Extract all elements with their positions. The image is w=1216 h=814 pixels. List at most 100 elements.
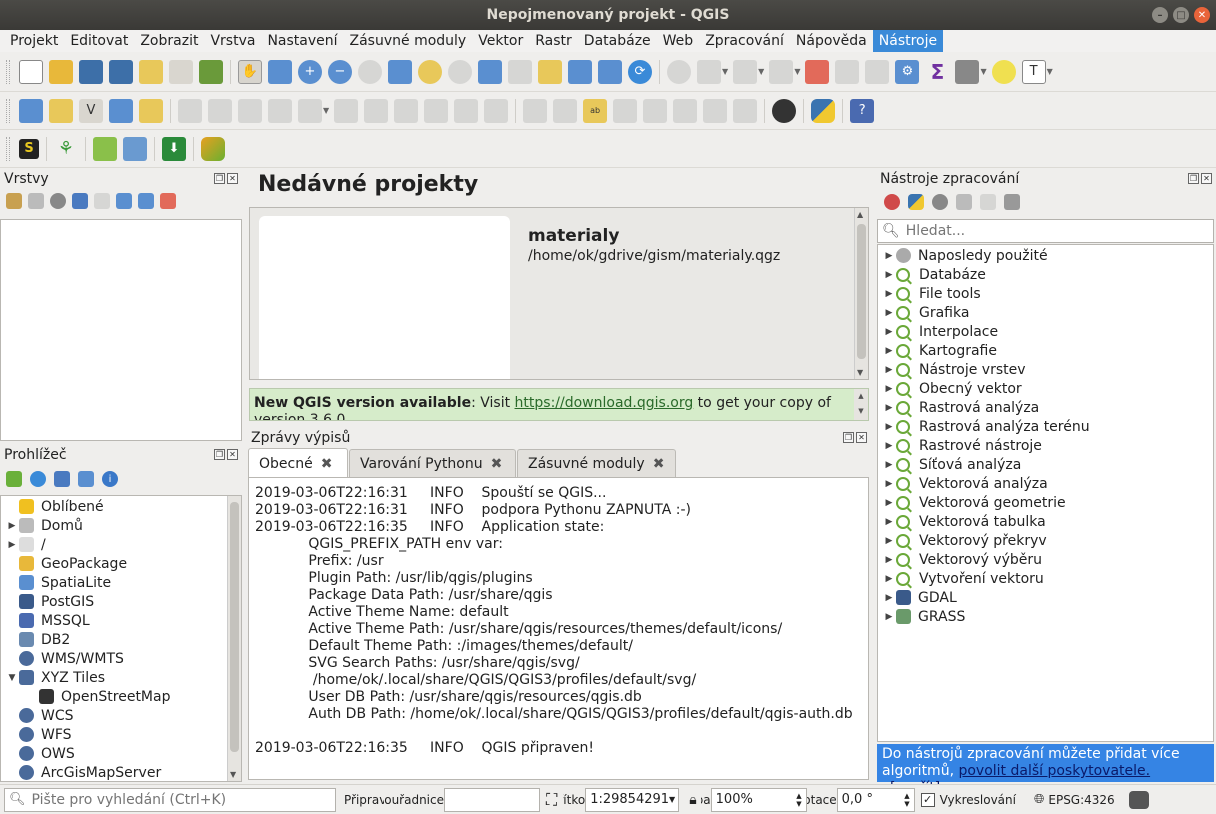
messages-icon[interactable] <box>1128 790 1149 809</box>
menu-zasuvne-moduly[interactable]: Zásuvné moduly <box>344 30 473 52</box>
plugin-globe-icon[interactable] <box>772 98 797 123</box>
run-feature-action-icon[interactable] <box>697 59 721 84</box>
close-panel-button[interactable]: ✕ <box>227 173 238 184</box>
add-group-icon[interactable] <box>28 193 44 209</box>
edit-features-in-place-icon[interactable] <box>980 194 996 210</box>
show-hide-labels-icon[interactable] <box>643 98 668 123</box>
toolbar-grip[interactable] <box>6 59 10 84</box>
expand-arrow-icon[interactable]: ▶ <box>882 365 896 375</box>
menu-vektor[interactable]: Vektor <box>472 30 529 52</box>
lock-scale-icon[interactable]: 🔒︎ <box>689 792 696 808</box>
add-selected-layers-icon[interactable] <box>6 471 22 487</box>
close-tab-icon[interactable]: ✖ <box>491 456 503 472</box>
new-print-layout-icon[interactable] <box>139 59 163 84</box>
options-wrench-icon[interactable] <box>1004 194 1020 210</box>
browser-item[interactable]: WFS <box>5 725 225 744</box>
new-bookmark-icon[interactable] <box>568 59 592 84</box>
save-as-icon[interactable] <box>109 59 133 84</box>
history-clock-icon[interactable] <box>932 194 948 210</box>
processing-provider-item[interactable]: ▶ Rastrová analýza <box>882 398 1090 417</box>
style-manager-icon[interactable] <box>199 59 223 84</box>
filter-icon[interactable] <box>72 193 88 209</box>
spin-arrows-icon[interactable]: ▲ ▼ <box>904 792 909 808</box>
processing-provider-item[interactable]: ▶ Nástroje vrstev <box>882 360 1090 379</box>
browser-item[interactable]: WCS <box>5 706 225 725</box>
statistics-sigma-icon[interactable]: Σ <box>925 60 949 84</box>
browser-item[interactable]: MSSQL <box>5 611 225 630</box>
plugin-s-icon[interactable]: S <box>19 138 39 159</box>
deselect-all-icon[interactable] <box>805 59 830 84</box>
processing-provider-item[interactable]: ▶ Síťová analýza <box>882 455 1090 474</box>
menu-zobrazit[interactable]: Zobrazit <box>134 30 204 52</box>
browser-item[interactable]: ▶ Domů <box>5 516 225 535</box>
new-spatialite-layer-icon[interactable] <box>109 98 133 123</box>
download-link[interactable]: https://download.qgis.org <box>515 395 694 411</box>
expand-arrow-icon[interactable]: ▶ <box>882 289 896 299</box>
browser-item[interactable]: WMS/WMTS <box>5 649 225 668</box>
rotate-label-icon[interactable] <box>703 98 728 123</box>
float-panel-button[interactable]: ❐ <box>214 449 225 460</box>
cut-features-icon[interactable] <box>364 98 389 123</box>
processing-provider-item[interactable]: ▶ Obecný vektor <box>882 379 1090 398</box>
scrollbar-thumb[interactable] <box>857 224 866 359</box>
move-label-icon[interactable] <box>673 98 698 123</box>
spin-arrows-icon[interactable]: ▲ ▼ <box>796 792 801 808</box>
scrollbar-thumb[interactable] <box>230 502 239 752</box>
browser-item[interactable]: ▶ / <box>5 535 225 554</box>
download-icon[interactable]: ⬇ <box>162 136 186 161</box>
scripts-icon[interactable] <box>908 194 924 210</box>
expand-arrow-icon[interactable]: ▶ <box>5 521 19 531</box>
processing-provider-item[interactable]: ▶ GDAL <box>882 588 1090 607</box>
expand-arrow-icon[interactable]: ▶ <box>882 327 896 337</box>
new-shapefile-layer-icon[interactable]: V <box>79 98 103 123</box>
expand-all-icon[interactable] <box>116 193 132 209</box>
project-name[interactable]: materialy <box>528 226 619 246</box>
zoom-last-icon[interactable] <box>478 59 502 84</box>
pan-hand-icon[interactable]: ✋ <box>238 59 262 84</box>
measure-line-icon[interactable] <box>955 59 980 84</box>
select-by-value-icon[interactable] <box>769 59 794 84</box>
highlight-pinned-labels-icon[interactable]: ab <box>583 98 608 123</box>
browser-item[interactable]: Oblíbené <box>5 497 225 516</box>
delete-selected-icon[interactable] <box>334 98 359 123</box>
vertex-tool-icon[interactable] <box>298 98 322 123</box>
processing-provider-item[interactable]: ▶ Vytvoření vektoru <box>882 569 1090 588</box>
scroll-up-icon[interactable]: ▲ <box>857 210 863 219</box>
plugin-tools-icon[interactable] <box>123 136 147 161</box>
open-project-icon[interactable] <box>49 59 73 84</box>
toolbar-grip[interactable] <box>6 98 10 123</box>
float-panel-button[interactable]: ❐ <box>1188 173 1199 184</box>
processing-provider-item[interactable]: ▶ Vektorový překryv <box>882 531 1090 550</box>
browser-item[interactable]: ArcGisMapServer <box>5 763 225 781</box>
processing-provider-item[interactable]: ▶ Vektorová tabulka <box>882 512 1090 531</box>
close-panel-button[interactable]: ✕ <box>227 449 238 460</box>
refresh-icon[interactable] <box>30 471 46 487</box>
tab-varovani-pythonu[interactable]: Varování Pythonu ✖ <box>349 449 516 477</box>
processing-provider-item[interactable]: ▶ Vektorová geometrie <box>882 493 1090 512</box>
browser-item[interactable]: SpatiaLite <box>5 573 225 592</box>
refresh-icon[interactable]: ⟳ <box>628 59 652 84</box>
expand-arrow-icon[interactable]: ▶ <box>882 555 896 565</box>
zoom-layer-icon[interactable] <box>448 59 472 84</box>
diagram-tool-icon[interactable] <box>553 98 578 123</box>
minimize-button[interactable]: – <box>1152 7 1168 23</box>
log-output[interactable]: 2019-03-06T22:16:31 INFO Spouští se QGIS… <box>248 477 869 780</box>
zoom-out-icon[interactable]: − <box>328 59 352 84</box>
browser-item[interactable]: PostGIS <box>5 592 225 611</box>
add-feature-icon[interactable] <box>268 98 292 123</box>
close-button[interactable]: ✕ <box>1194 7 1210 23</box>
expand-arrow-icon[interactable]: ▶ <box>882 384 896 394</box>
close-tab-icon[interactable]: ✖ <box>321 456 333 472</box>
processing-provider-item[interactable]: ▶ Interpolace <box>882 322 1090 341</box>
collapse-all-icon[interactable] <box>138 193 154 209</box>
toggle-editing-icon[interactable] <box>208 98 232 123</box>
scroll-down-icon[interactable]: ▼ <box>857 368 863 377</box>
crs-button[interactable]: EPSG:4326 <box>1048 793 1114 807</box>
zoom-selection-icon[interactable] <box>418 59 442 84</box>
expand-arrow-icon[interactable]: ▶ <box>882 536 896 546</box>
processing-toolbox-icon[interactable]: ⚙ <box>895 59 920 84</box>
menu-zpracovani[interactable]: Zpracování <box>699 30 790 52</box>
expand-arrow-icon[interactable]: ▶ <box>882 251 896 261</box>
maximize-button[interactable]: □ <box>1173 7 1189 23</box>
scroll-down-icon[interactable]: ▼ <box>230 770 236 779</box>
